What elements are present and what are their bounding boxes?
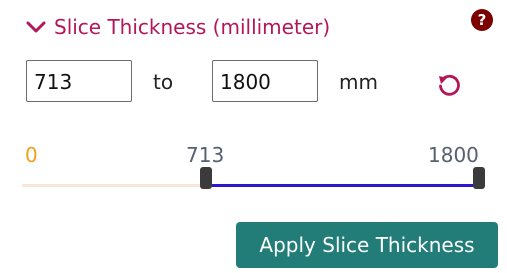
slider-low-handle[interactable] [200,167,212,189]
chevron-down-icon [26,21,46,33]
filter-title: Slice Thickness (millimeter) [54,15,331,39]
range-separator-label: to [153,70,174,94]
help-icon[interactable]: ? [471,9,493,31]
slider-high-value-label: 1800 [428,143,479,167]
apply-button[interactable]: Apply Slice Thickness [236,222,498,268]
unit-label: mm [339,70,378,94]
slider-min-label: 0 [25,143,38,167]
reset-button[interactable] [436,73,462,103]
max-value-input[interactable]: 1800 [212,60,318,102]
slider-high-handle[interactable] [473,167,485,189]
filter-header-toggle[interactable]: Slice Thickness (millimeter) [26,15,330,39]
slider-low-value-label: 713 [186,143,225,167]
min-value-input[interactable]: 713 [26,60,132,102]
reset-icon [439,74,460,96]
slider-selected-range [207,184,480,187]
